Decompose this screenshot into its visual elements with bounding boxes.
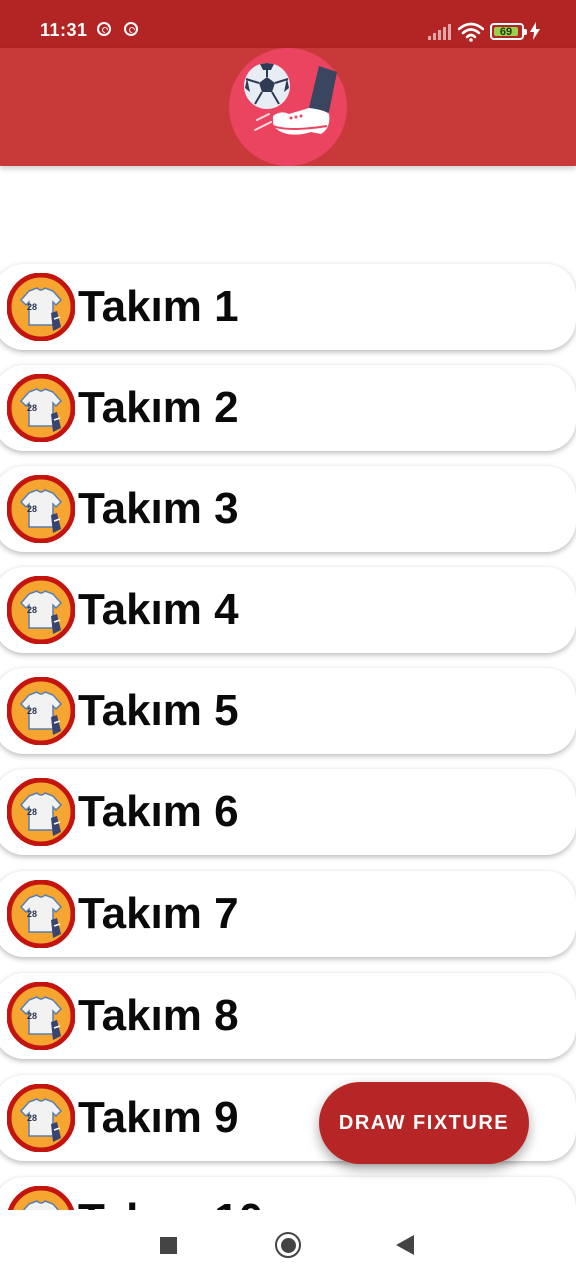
status-time: 11:31: [40, 20, 88, 40]
do-not-disturb-icon: [97, 22, 111, 36]
do-not-disturb-icon: [124, 22, 138, 36]
team-list-item[interactable]: 28 Takım 7: [0, 871, 576, 957]
back-icon[interactable]: [396, 1235, 414, 1255]
draw-fixture-button[interactable]: DRAW FIXTURE: [319, 1082, 529, 1164]
battery-icon: 69: [490, 23, 527, 40]
status-bar: 11:31 69: [0, 0, 576, 48]
cell-signal-icon: [428, 24, 451, 40]
wifi-icon: [458, 22, 484, 42]
jersey-number: 28: [27, 909, 37, 919]
team-name: Takım 2: [78, 383, 239, 432]
jersey-number: 28: [27, 403, 37, 413]
team-list-item[interactable]: 28 Takım 3: [0, 466, 576, 552]
soccer-kick-logo-icon: [229, 48, 347, 166]
team-list-item[interactable]: 28 Takım 1: [0, 264, 576, 350]
jersey-avatar-icon: 28: [7, 273, 75, 341]
system-navigation-bar: [0, 1210, 576, 1280]
home-icon[interactable]: [275, 1232, 301, 1258]
jersey-number: 28: [27, 1113, 37, 1123]
jersey-avatar-icon: 28: [7, 576, 75, 644]
jersey-number: 28: [27, 605, 37, 615]
jersey-number: 28: [27, 504, 37, 514]
team-list-item[interactable]: 28 Takım 2: [0, 365, 576, 451]
jersey-avatar-icon: 28: [7, 374, 75, 442]
team-list-item[interactable]: 28 Takım 6: [0, 769, 576, 855]
battery-level: 69: [494, 26, 518, 38]
team-list-item[interactable]: 28 Takım 4: [0, 567, 576, 653]
team-name: Takım 6: [78, 787, 239, 836]
team-name: Takım 3: [78, 484, 239, 533]
jersey-number: 28: [27, 706, 37, 716]
jersey-avatar-icon: 28: [7, 880, 75, 948]
charging-bolt-icon: [530, 22, 540, 40]
jersey-avatar-icon: 28: [7, 1084, 75, 1152]
jersey-number: 28: [27, 807, 37, 817]
team-name: Takım 4: [78, 585, 239, 634]
jersey-number: 28: [27, 302, 37, 312]
jersey-avatar-icon: 28: [7, 677, 75, 745]
app-bar: [0, 48, 576, 166]
team-name: Takım 8: [78, 991, 239, 1040]
team-list-item[interactable]: 28 Takım 5: [0, 668, 576, 754]
team-name: Takım 7: [78, 889, 239, 938]
jersey-avatar-icon: 28: [7, 778, 75, 846]
jersey-avatar-icon: 28: [7, 475, 75, 543]
team-list-item[interactable]: 28 Takım 8: [0, 973, 576, 1059]
jersey-number: 28: [27, 1011, 37, 1021]
jersey-avatar-icon: 28: [7, 982, 75, 1050]
team-name: Takım 1: [78, 282, 239, 331]
team-name: Takım 5: [78, 686, 239, 735]
team-name: Takım 9: [78, 1093, 239, 1142]
recent-apps-icon[interactable]: [160, 1237, 177, 1254]
